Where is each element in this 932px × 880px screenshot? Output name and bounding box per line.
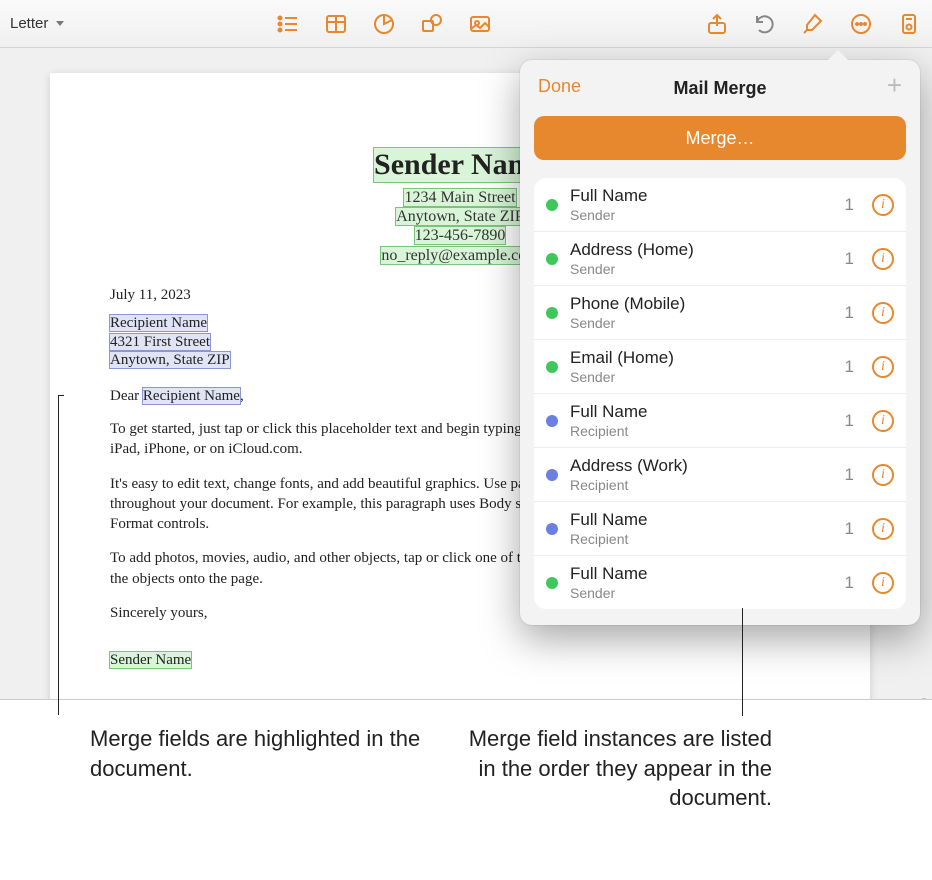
merge-field-row[interactable]: Full NameRecipient 1i	[534, 394, 906, 448]
chart-icon[interactable]	[371, 11, 397, 37]
row-subtitle: Sender	[570, 207, 833, 223]
merge-field-row[interactable]: Full NameRecipient 1i	[534, 502, 906, 556]
recipient-name-field[interactable]: Recipient Name	[110, 315, 207, 331]
row-count: 1	[845, 519, 854, 539]
share-icon[interactable]	[704, 11, 730, 37]
sender-phone-field[interactable]: 123-456-7890	[415, 227, 506, 244]
signature-name-field[interactable]: Sender Name	[110, 652, 191, 668]
row-subtitle: Recipient	[570, 531, 833, 547]
callout-left: Merge fields are highlighted in the docu…	[50, 724, 460, 813]
recipient-citystate-field[interactable]: Anytown, State ZIP	[110, 352, 230, 368]
recipient-street-field[interactable]: 4321 First Street	[110, 334, 210, 350]
row-subtitle: Sender	[570, 585, 833, 601]
document-options-icon[interactable]	[896, 11, 922, 37]
row-count: 1	[845, 357, 854, 377]
info-icon[interactable]: i	[872, 572, 894, 594]
toolbar: Letter	[0, 0, 932, 48]
row-title: Email (Home)	[570, 348, 833, 368]
format-brush-icon[interactable]	[800, 11, 826, 37]
row-title: Address (Work)	[570, 456, 833, 476]
list-icon[interactable]	[275, 11, 301, 37]
popover-title: Mail Merge	[673, 78, 766, 99]
row-title: Address (Home)	[570, 240, 833, 260]
media-icon[interactable]	[467, 11, 493, 37]
doc-title-dropdown[interactable]: Letter	[10, 15, 64, 32]
callouts: Merge fields are highlighted in the docu…	[0, 700, 932, 837]
merge-field-row[interactable]: Full NameSender 1i	[534, 556, 906, 609]
status-dot-icon	[546, 199, 558, 211]
status-dot-icon	[546, 577, 558, 589]
row-count: 1	[845, 465, 854, 485]
mail-merge-popover: Done Mail Merge + Merge… Full NameSender…	[520, 60, 920, 625]
info-icon[interactable]: i	[872, 356, 894, 378]
status-dot-icon	[546, 523, 558, 535]
row-subtitle: Recipient	[570, 477, 833, 493]
status-dot-icon	[546, 415, 558, 427]
info-icon[interactable]: i	[872, 518, 894, 540]
sender-street-field[interactable]: 1234 Main Street	[404, 189, 515, 206]
status-dot-icon	[546, 253, 558, 265]
row-subtitle: Recipient	[570, 423, 833, 439]
info-icon[interactable]: i	[872, 194, 894, 216]
row-count: 1	[845, 195, 854, 215]
row-title: Full Name	[570, 564, 833, 584]
info-icon[interactable]: i	[872, 410, 894, 432]
row-title: Full Name	[570, 402, 833, 422]
row-subtitle: Sender	[570, 369, 833, 385]
callout-leader-left	[58, 395, 59, 715]
row-title: Full Name	[570, 186, 833, 206]
shapes-icon[interactable]	[419, 11, 445, 37]
status-dot-icon	[546, 469, 558, 481]
sender-citystate-field[interactable]: Anytown, State ZIP	[396, 208, 524, 225]
greeting-name-field[interactable]: Recipient Name	[143, 388, 240, 404]
undo-icon[interactable]	[752, 11, 778, 37]
chevron-down-icon	[56, 21, 64, 26]
info-icon[interactable]: i	[872, 248, 894, 270]
callout-right: Merge field instances are listed in the …	[460, 724, 882, 813]
row-title: Full Name	[570, 510, 833, 530]
row-count: 1	[845, 573, 854, 593]
merge-field-row[interactable]: Address (Home)Sender 1i	[534, 232, 906, 286]
status-dot-icon	[546, 361, 558, 373]
merge-field-row[interactable]: Phone (Mobile)Sender 1i	[534, 286, 906, 340]
merge-field-row[interactable]: Email (Home)Sender 1i	[534, 340, 906, 394]
sender-email-field[interactable]: no_reply@example.com	[381, 247, 538, 264]
doc-title-label: Letter	[10, 15, 48, 32]
row-subtitle: Sender	[570, 261, 833, 277]
row-title: Phone (Mobile)	[570, 294, 833, 314]
status-dot-icon	[546, 307, 558, 319]
merge-field-row[interactable]: Full NameSender 1i	[534, 178, 906, 232]
row-subtitle: Sender	[570, 315, 833, 331]
row-count: 1	[845, 249, 854, 269]
more-icon[interactable]	[848, 11, 874, 37]
add-button[interactable]: +	[887, 76, 902, 94]
merge-field-row[interactable]: Address (Work)Recipient 1i	[534, 448, 906, 502]
row-count: 1	[845, 411, 854, 431]
info-icon[interactable]: i	[872, 464, 894, 486]
info-icon[interactable]: i	[872, 302, 894, 324]
row-count: 1	[845, 303, 854, 323]
merge-field-list: Full NameSender1iAddress (Home)Sender1iP…	[534, 178, 906, 609]
merge-button[interactable]: Merge…	[534, 116, 906, 160]
done-button[interactable]: Done	[538, 76, 581, 97]
table-icon[interactable]	[323, 11, 349, 37]
